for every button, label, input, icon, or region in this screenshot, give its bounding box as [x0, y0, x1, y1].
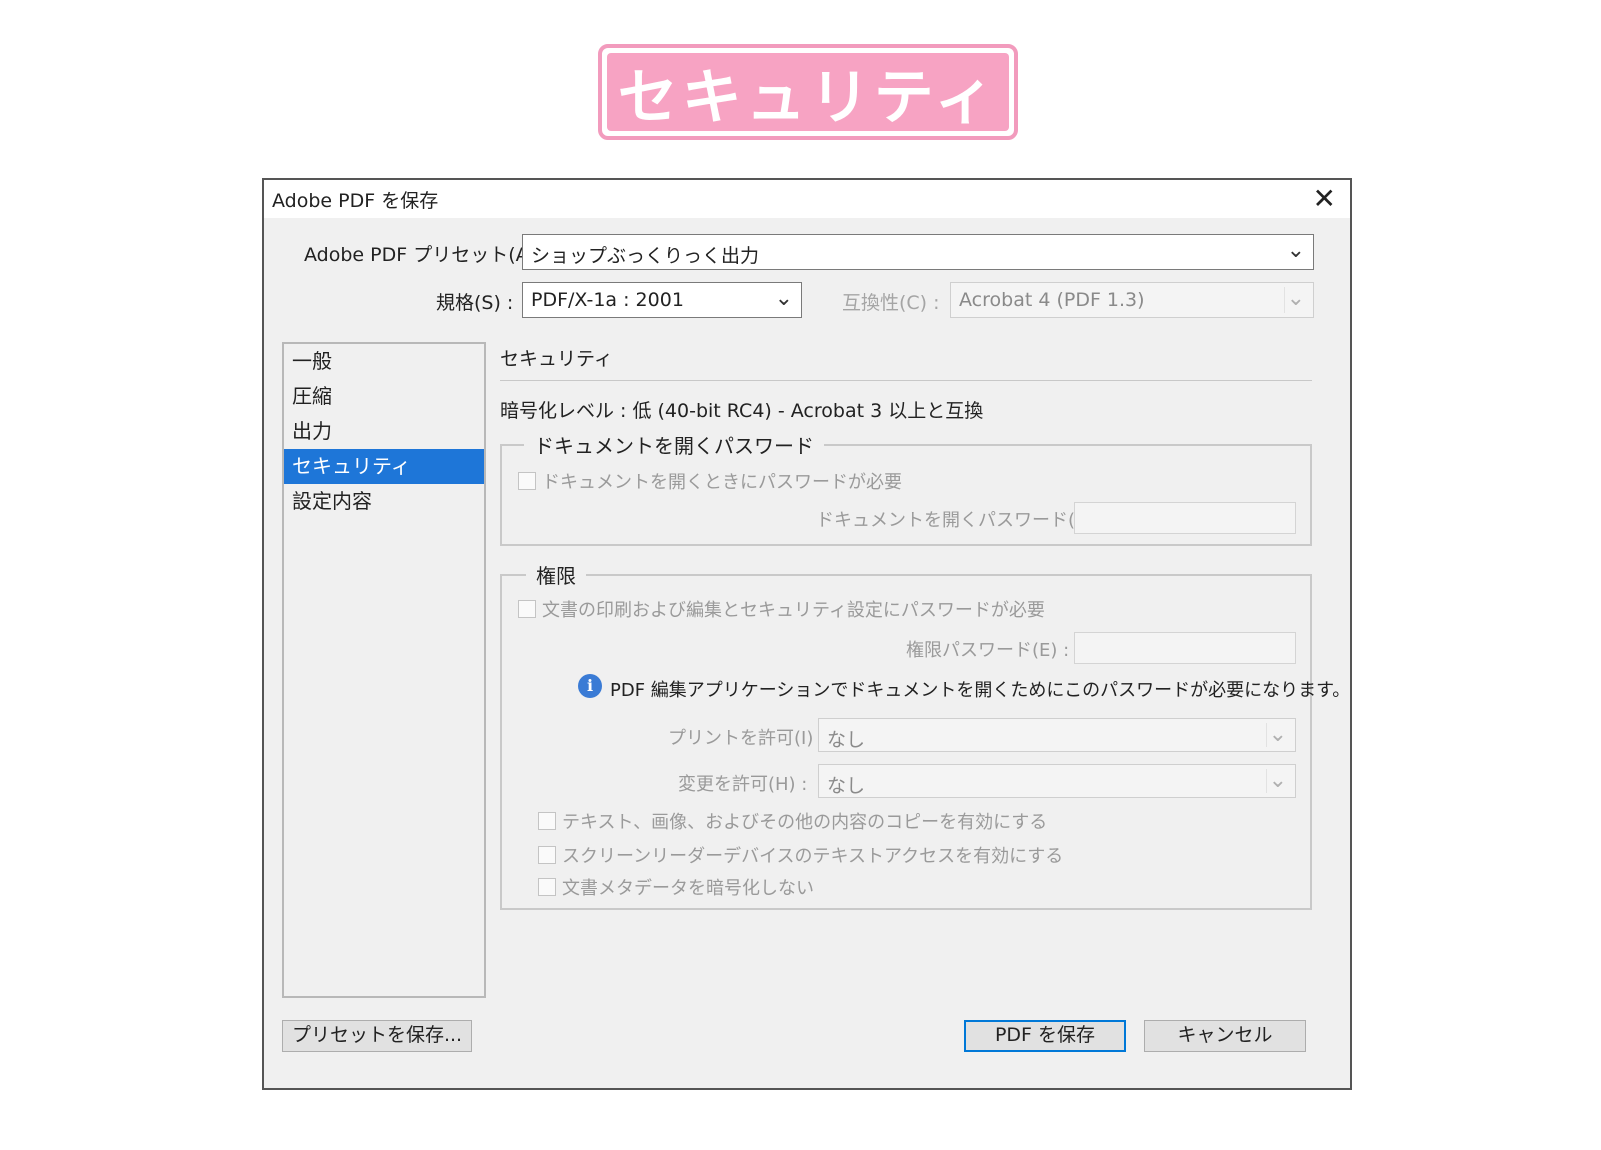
enable-screen-reader-checkbox[interactable]	[538, 846, 556, 864]
chevron-down-icon: ⌄	[1268, 768, 1287, 793]
require-open-password-label: ドキュメントを開くときにパスワードが必要	[542, 472, 902, 493]
print-permission-label: プリントを許可(I) :	[668, 728, 826, 749]
chevron-down-icon: ⌄	[1286, 286, 1305, 311]
sidebar-item-compression[interactable]: 圧縮	[284, 379, 484, 414]
dialog-title: Adobe PDF を保存	[272, 190, 439, 212]
print-permission-dropdown[interactable]: なし ⌄	[818, 718, 1296, 752]
require-permissions-password-checkbox[interactable]	[518, 600, 536, 618]
section-title: セキュリティ	[500, 348, 613, 370]
sidebar-item-general[interactable]: 一般	[284, 344, 484, 379]
cancel-button[interactable]: キャンセル	[1144, 1020, 1306, 1052]
permissions-password-label: 権限パスワード(E) :	[906, 640, 1070, 661]
compatibility-value: Acrobat 4 (PDF 1.3)	[959, 289, 1145, 311]
save-pdf-button[interactable]: PDF を保存	[964, 1020, 1126, 1052]
permissions-legend: 権限	[526, 560, 586, 589]
no-encrypt-metadata-label: 文書メタデータを暗号化しない	[562, 878, 814, 899]
permissions-password-field[interactable]	[1074, 632, 1296, 664]
enable-copy-checkbox[interactable]	[538, 812, 556, 830]
sidebar-item-security[interactable]: セキュリティ	[284, 449, 484, 484]
preset-dropdown[interactable]: ショップぶっくりっく出力 ⌄	[522, 234, 1314, 270]
section-divider	[500, 380, 1312, 381]
open-password-field[interactable]	[1074, 502, 1296, 534]
require-permissions-password-label: 文書の印刷および編集とセキュリティ設定にパスワードが必要	[542, 600, 1045, 621]
open-password-legend: ドキュメントを開くパスワード	[524, 430, 824, 459]
enable-screen-reader-label: スクリーンリーダーデバイスのテキストアクセスを有効にする	[562, 846, 1064, 867]
banner-title: セキュリティ	[607, 53, 1009, 133]
close-icon[interactable]: ✕	[1313, 182, 1336, 215]
sidebar-item-summary[interactable]: 設定内容	[284, 484, 484, 519]
dropdown-divider	[1266, 723, 1267, 747]
enable-copy-label: テキスト、画像、およびその他の内容のコピーを有効にする	[562, 812, 1048, 833]
compatibility-dropdown[interactable]: Acrobat 4 (PDF 1.3) ⌄	[950, 282, 1314, 318]
category-list: 一般 圧縮 出力 セキュリティ 設定内容	[282, 342, 486, 998]
info-icon: i	[578, 674, 602, 698]
standard-dropdown[interactable]: PDF/X-1a : 2001 ⌄	[522, 282, 802, 318]
page-banner: セキュリティ	[598, 44, 1018, 140]
info-text: PDF 編集アプリケーションでドキュメントを開くためにこのパスワードが必要になり…	[610, 680, 1351, 701]
no-encrypt-metadata-checkbox[interactable]	[538, 878, 556, 896]
change-permission-label: 変更を許可(H) :	[678, 774, 808, 795]
preset-value: ショップぶっくりっく出力	[531, 245, 760, 267]
chevron-down-icon: ⌄	[774, 286, 793, 311]
title-bar: Adobe PDF を保存 ✕	[264, 180, 1350, 218]
open-password-group: ドキュメントを開くパスワード ドキュメントを開くときにパスワードが必要 ドキュメ…	[500, 430, 1312, 546]
compatibility-label: 互換性(C) :	[842, 292, 940, 314]
encryption-level-text: 暗号化レベル : 低 (40-bit RC4) - Acrobat 3 以上と互…	[500, 400, 984, 422]
preset-label: Adobe PDF プリセット(A) :	[304, 244, 549, 266]
dropdown-divider	[1284, 287, 1285, 313]
sidebar-item-output[interactable]: 出力	[284, 414, 484, 449]
permissions-group: 権限 文書の印刷および編集とセキュリティ設定にパスワードが必要 権限パスワード(…	[500, 560, 1312, 910]
print-permission-value: なし	[827, 729, 866, 751]
standard-value: PDF/X-1a : 2001	[531, 289, 684, 311]
standard-label: 規格(S) :	[436, 292, 514, 314]
save-preset-button[interactable]: プリセットを保存...	[282, 1020, 472, 1052]
change-permission-dropdown[interactable]: なし ⌄	[818, 764, 1296, 798]
chevron-down-icon: ⌄	[1268, 722, 1287, 747]
require-open-password-checkbox[interactable]	[518, 472, 536, 490]
open-password-label: ドキュメントを開くパスワード(D) :	[816, 510, 1108, 531]
save-pdf-dialog: Adobe PDF を保存 ✕ Adobe PDF プリセット(A) : ショッ…	[262, 178, 1352, 1090]
dropdown-divider	[1266, 769, 1267, 793]
chevron-down-icon: ⌄	[1286, 238, 1305, 263]
change-permission-value: なし	[827, 775, 866, 797]
